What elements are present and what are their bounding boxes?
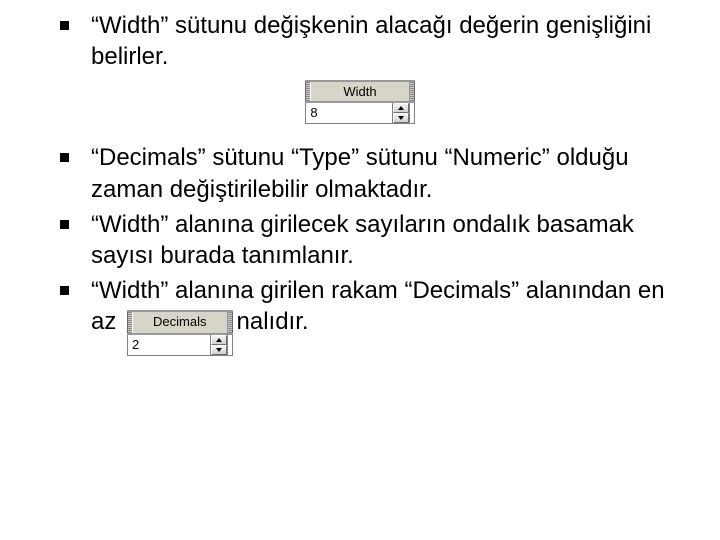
square-bullet-icon <box>60 220 69 229</box>
resize-handle-icon[interactable] <box>228 312 233 333</box>
spinner-down-icon[interactable] <box>393 113 409 123</box>
list-item: “Width” alanına girilecek sayıların onda… <box>30 209 690 271</box>
bullet-list: “Width” sütunu değişkenin alacağı değeri… <box>30 10 690 358</box>
width-cell[interactable]: 8 <box>305 103 414 124</box>
slide-content: “Width” sütunu değişkenin alacağı değeri… <box>0 0 720 358</box>
bullet-text-2: “Decimals” sütunu “Type” sütunu “Numeric… <box>91 142 690 204</box>
decimals-value[interactable]: 2 <box>128 335 209 355</box>
bullet-text-4: “Width” alanına girilen rakam “Decimals”… <box>91 275 690 357</box>
list-item: “Decimals” sütunu “Type” sütunu “Numeric… <box>30 142 690 204</box>
resize-handle-icon[interactable] <box>410 82 415 101</box>
decimals-cell[interactable]: 2 <box>127 335 232 356</box>
figure-width: Width 8 <box>30 80 690 124</box>
decimals-spinner[interactable] <box>210 335 227 355</box>
list-item: “Width” sütunu değişkenin alacağı değeri… <box>30 10 690 72</box>
spinner-up-icon[interactable] <box>211 335 227 345</box>
list-item: “Width” alanına girilen rakam “Decimals”… <box>30 275 690 357</box>
square-bullet-icon <box>60 153 69 162</box>
width-spinner[interactable] <box>392 103 409 123</box>
spinner-down-icon[interactable] <box>211 345 227 355</box>
column-header-label: Decimals <box>132 312 227 333</box>
column-header-label: Width <box>310 82 409 101</box>
width-column-widget: Width 8 <box>305 80 414 124</box>
cell-edge <box>409 103 414 123</box>
bullet-text-4b: nalıdır. <box>237 308 309 335</box>
decimals-column-widget: Decimals 2 <box>127 310 232 357</box>
spinner-up-icon[interactable] <box>393 103 409 113</box>
square-bullet-icon <box>60 21 69 30</box>
column-header: Width <box>305 80 414 103</box>
bullet-text-3: “Width” alanına girilecek sayıların onda… <box>91 209 690 271</box>
bullet-text-1: “Width” sütunu değişkenin alacağı değeri… <box>91 10 690 72</box>
cell-edge <box>227 335 232 355</box>
square-bullet-icon <box>60 286 69 295</box>
width-value[interactable]: 8 <box>306 103 391 123</box>
column-header: Decimals <box>127 310 232 335</box>
